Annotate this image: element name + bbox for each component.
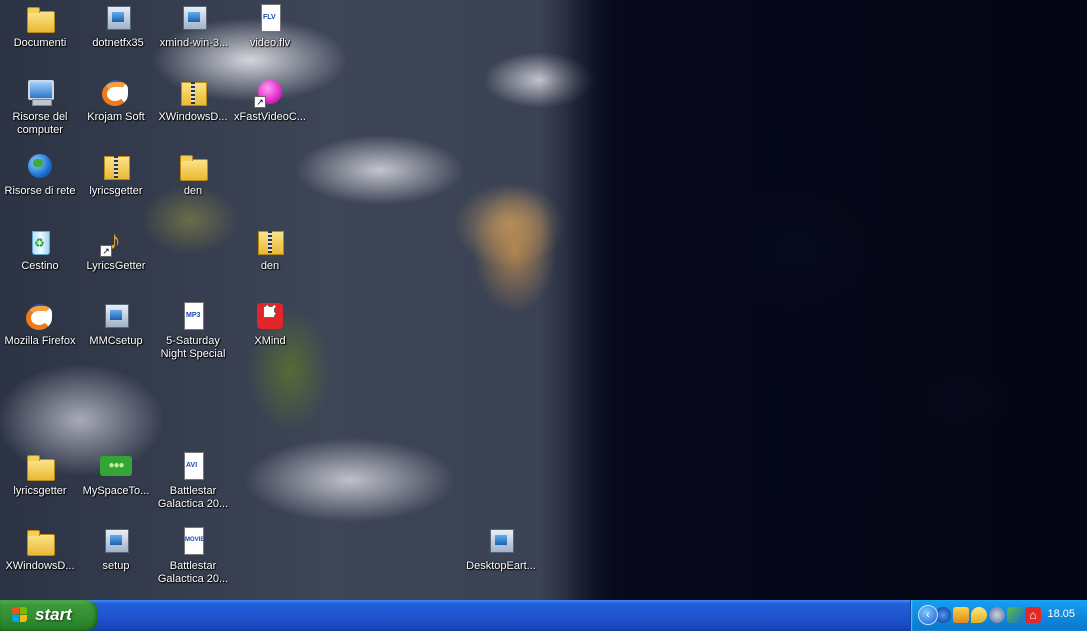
desktop-icon-label: Mozilla Firefox <box>4 335 76 347</box>
desktop-icon-label: setup <box>102 560 130 572</box>
recycle-bin-icon <box>24 225 56 257</box>
desktop-icon-label: DesktopEart... <box>466 560 536 572</box>
zip-folder-icon <box>254 225 286 257</box>
desktop-icon-label: video.flv <box>249 37 291 49</box>
desktop-icon-label: XWindowsD... <box>5 560 75 572</box>
desktop-icon-cestino[interactable]: Cestino <box>2 225 78 273</box>
desktop-icon-label: xmind-win-3... <box>159 37 229 49</box>
file-type-badge: FLV <box>263 14 276 21</box>
file-type-badge: MP3 <box>186 312 201 319</box>
flv-file-icon: FLV <box>254 2 286 34</box>
desktop-icon-xwindowsd-folder[interactable]: XWindowsD... <box>2 525 78 573</box>
desktop-icon-label: Battlestar Galactica 20... <box>157 485 229 510</box>
desktop-icon-label: den <box>183 185 203 197</box>
myspace-people-icon <box>100 450 132 482</box>
desktop-icon-label: XMind <box>254 335 286 347</box>
firefox-shortcut-icon <box>100 76 132 108</box>
desktop-icon-label: Cestino <box>21 260 59 272</box>
desktop-icon-xwindowsd-zip[interactable]: XWindowsD... <box>155 76 231 124</box>
desktop-icon-den-zip[interactable]: den <box>232 225 308 273</box>
update-tray-icon[interactable] <box>1007 607 1023 623</box>
desktop-icon-video-flv[interactable]: FLV video.flv <box>232 2 308 50</box>
movie-file-icon: MOVIE <box>177 525 209 557</box>
desktop-icon-mozilla-firefox[interactable]: Mozilla Firefox <box>2 300 78 348</box>
zip-folder-icon <box>177 76 209 108</box>
desktop-icon-label: Risorse di rete <box>4 185 76 197</box>
start-label: start <box>35 605 72 624</box>
file-type-badge: AVI <box>186 462 198 469</box>
desktop-icon-label: Documenti <box>13 37 67 49</box>
avi-file-icon: AVI <box>177 450 209 482</box>
desktop-icon-label: MMCsetup <box>89 335 143 347</box>
desktop-icon-label: MySpaceTo... <box>82 485 150 497</box>
desktop-icon-myspaceto[interactable]: MySpaceTo... <box>78 450 154 498</box>
desktop-icon-risorse-del-computer[interactable]: Risorse del computer <box>2 76 78 137</box>
folder-icon <box>177 150 209 182</box>
firefox-icon <box>24 300 56 332</box>
desktop-icon-xmind[interactable]: XMind <box>232 300 308 348</box>
clock[interactable]: 18.05 <box>1047 608 1075 620</box>
music-note-shortcut-icon <box>100 225 132 257</box>
zip-folder-icon <box>100 150 132 182</box>
installer-icon <box>178 2 210 34</box>
folder-icon <box>24 2 56 34</box>
file-type-badge: MOVIE <box>185 537 205 543</box>
setup-icon <box>100 300 132 332</box>
desktop-icon-label: lyricsgetter <box>13 485 67 497</box>
desktop-icon-label: dotnetfx35 <box>92 37 144 49</box>
desktop-icon-lyricsgetter-zip[interactable]: lyricsgetter <box>78 150 154 198</box>
desktop-icon-xmind-installer[interactable]: xmind-win-3... <box>156 2 232 50</box>
xmind-icon <box>254 300 286 332</box>
security-shield-tray-icon[interactable] <box>953 607 969 623</box>
desktop-icon-den-folder[interactable]: den <box>155 150 231 198</box>
desktop-icon-label: Risorse del computer <box>12 111 68 136</box>
desktop-icon-label: Krojam Soft <box>87 111 145 123</box>
windows-logo-icon <box>12 607 28 623</box>
start-button[interactable]: start <box>0 600 98 631</box>
desktop-icon-krojam-soft[interactable]: Krojam Soft <box>78 76 154 124</box>
installer-icon <box>102 2 134 34</box>
desktop-icon-label: Battlestar Galactica 20... <box>157 560 229 585</box>
desktop-icon-setup[interactable]: setup <box>78 525 154 573</box>
video-converter-shortcut-icon <box>254 76 286 108</box>
desktop-icon-dotnetfx35[interactable]: dotnetfx35 <box>80 2 156 50</box>
desktop-icon-label: xFastVideoC... <box>234 111 306 123</box>
folder-icon <box>24 525 56 557</box>
speaker-tray-icon[interactable] <box>989 607 1005 623</box>
desktop-icon-mmcsetup[interactable]: MMCsetup <box>78 300 154 348</box>
desktop-icon-label: den <box>260 260 280 272</box>
desktop-icon-lyricsgetter-folder[interactable]: lyricsgetter <box>2 450 78 498</box>
my-computer-icon <box>24 76 56 108</box>
setup-icon <box>100 525 132 557</box>
network-globe-icon <box>24 150 56 182</box>
desktop-icon-label: LyricsGetter <box>86 260 146 272</box>
desktop-icon-label: lyricsgetter <box>89 185 143 197</box>
desktop-icon-desktopearth[interactable]: DesktopEart... <box>463 525 539 573</box>
antivirus-tray-icon[interactable] <box>971 607 987 623</box>
wallpaper-night-side <box>540 0 1087 600</box>
desktop-icon-label: 5-Saturday Night Special <box>160 335 226 360</box>
folder-icon <box>24 450 56 482</box>
desktop-icon-battlestar-movie[interactable]: MOVIE Battlestar Galactica 20... <box>155 525 231 586</box>
desktop-icon-documenti[interactable]: Documenti <box>2 2 78 50</box>
avira-tray-icon[interactable]: ⌂ <box>1025 607 1041 623</box>
desktop-icon-saturday-night-special[interactable]: MP3 5-Saturday Night Special <box>155 300 231 361</box>
setup-icon <box>485 525 517 557</box>
mp3-file-icon: MP3 <box>177 300 209 332</box>
desktop-icon-label: XWindowsD... <box>158 111 228 123</box>
desktop-icon-xfastvideo[interactable]: xFastVideoC... <box>232 76 308 124</box>
desktop-wallpaper: Documenti dotnetfx35 xmind-win-3... FLV … <box>0 0 1087 600</box>
tray-expand-chevron-icon[interactable]: ‹ <box>918 605 938 625</box>
desktop-icon-risorse-di-rete[interactable]: Risorse di rete <box>2 150 78 198</box>
desktop-icon-battlestar-avi[interactable]: AVI Battlestar Galactica 20... <box>155 450 231 511</box>
desktop-icon-lyricsgetter-app[interactable]: LyricsGetter <box>78 225 154 273</box>
